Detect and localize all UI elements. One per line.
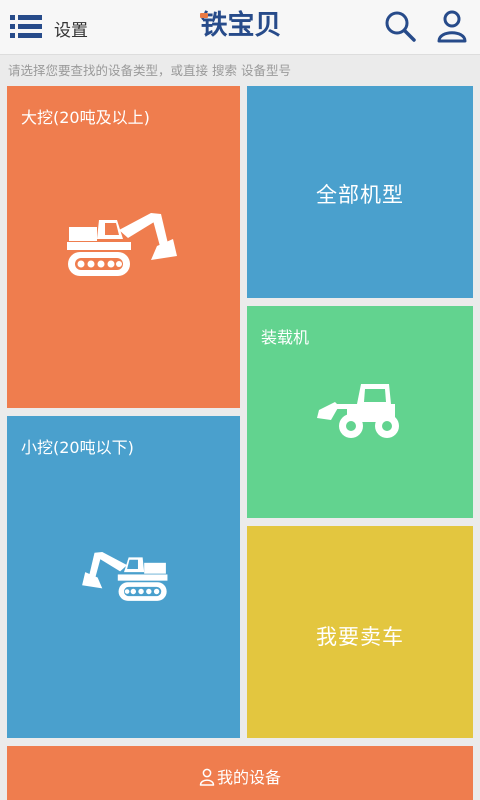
tile-small-excavator[interactable]: 小挖(20吨以下) bbox=[7, 416, 240, 738]
excavator-icon bbox=[67, 213, 177, 276]
search-hint: 请选择您要查找的设备类型，或直接 搜索 设备型号 bbox=[8, 63, 291, 78]
my-equipment-button[interactable]: 我的设备 bbox=[7, 746, 473, 800]
tile-all-models[interactable]: 全部机型 bbox=[247, 86, 473, 298]
excavator-icon bbox=[82, 551, 168, 601]
my-equipment-row: 我的设备 bbox=[7, 768, 473, 788]
person-icon bbox=[199, 768, 215, 786]
search-icon[interactable] bbox=[382, 8, 418, 44]
logo-accent bbox=[200, 13, 208, 18]
user-icon[interactable] bbox=[434, 8, 470, 44]
my-equipment-label: 我的设备 bbox=[216, 768, 281, 787]
tile-big-excavator[interactable]: 大挖(20吨及以上) bbox=[7, 86, 240, 408]
tile-sell-car[interactable]: 我要卖车 bbox=[247, 526, 473, 738]
tile-big-excavator-label: 大挖(20吨及以上) bbox=[21, 108, 150, 127]
top-bar: 设置 铁宝贝 bbox=[0, 0, 480, 55]
brand-logo: 铁宝贝 bbox=[196, 6, 286, 46]
wheel-loader-icon bbox=[317, 384, 399, 438]
tile-sell-car-label: 我要卖车 bbox=[316, 625, 404, 649]
tile-small-excavator-label: 小挖(20吨以下) bbox=[21, 438, 134, 457]
tile-loader[interactable]: 装载机 bbox=[247, 306, 473, 518]
list-icon[interactable] bbox=[8, 12, 44, 42]
brand-name: 铁宝贝 bbox=[200, 10, 282, 41]
tile-all-models-label: 全部机型 bbox=[316, 183, 404, 207]
tile-loader-label: 装载机 bbox=[261, 328, 310, 347]
settings-label[interactable]: 设置 bbox=[54, 16, 88, 41]
